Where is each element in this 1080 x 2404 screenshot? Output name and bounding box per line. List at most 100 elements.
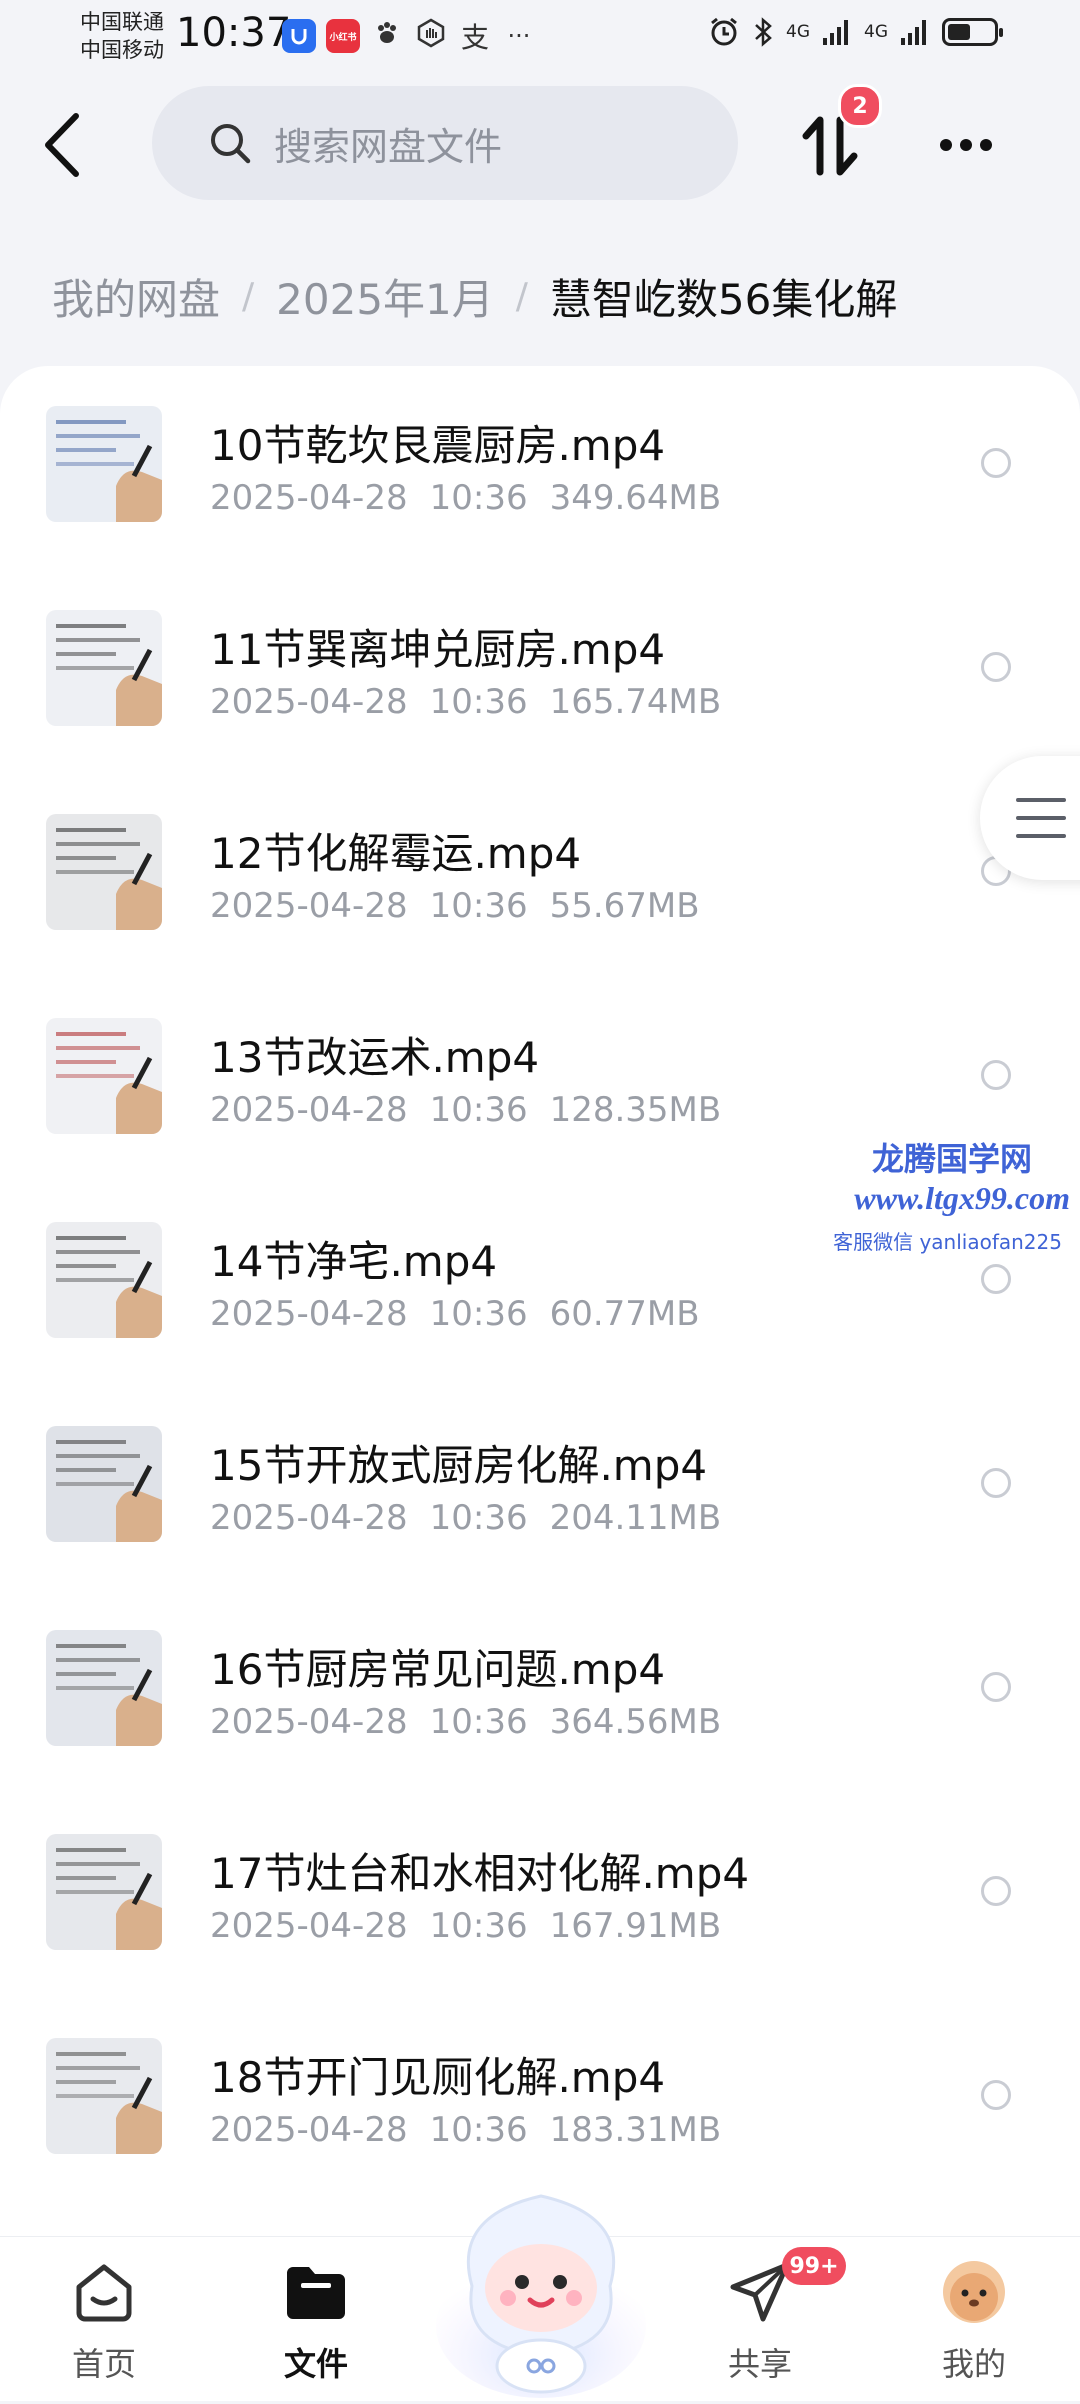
watermark-title: 龙腾国学网 <box>871 1141 1032 1177</box>
menu-line-icon <box>1016 834 1066 838</box>
select-radio[interactable] <box>981 1468 1011 1498</box>
nav-files[interactable]: 文件 <box>256 2259 376 2385</box>
nav-share-label: 共享 <box>727 2345 792 2383</box>
more-icon: ··· <box>507 22 531 50</box>
video-thumbnail[interactable] <box>46 1834 162 1950</box>
file-date: 2025-04-28 <box>210 1906 408 1946</box>
search-input[interactable]: 搜索网盘文件 <box>152 86 738 200</box>
more-options-button[interactable] <box>930 120 1010 170</box>
nav-profile[interactable]: 我的 <box>914 2259 1034 2385</box>
signal-label-2: 4G <box>864 22 888 42</box>
transfer-badge: 2 <box>838 84 882 128</box>
back-button[interactable] <box>40 110 88 180</box>
file-name: 15节开放式厨房化解.mp4 <box>210 1441 708 1490</box>
system-indicators: 4G 4G <box>708 16 1003 48</box>
file-row[interactable]: 11节巽离坤兑厨房.mp4 2025-04-28 10:36 165.74MB <box>0 570 1080 774</box>
breadcrumb-item-root[interactable]: 我的网盘 <box>52 266 220 327</box>
file-name: 14节净宅.mp4 <box>210 1237 498 1286</box>
select-radio[interactable] <box>981 1060 1011 1090</box>
breadcrumb: 我的网盘 / 2025年1月 / 慧智屹数56集化解 <box>52 266 897 327</box>
breadcrumb-separator: / <box>515 276 528 317</box>
file-meta: 2025-04-28 10:36 128.35MB <box>210 1090 743 1130</box>
file-time: 10:36 <box>429 1090 528 1130</box>
more-dots-icon <box>940 139 992 151</box>
select-radio[interactable] <box>981 652 1011 682</box>
nav-home[interactable]: 首页 <box>44 2259 164 2385</box>
file-list: 10节乾坎艮震厨房.mp4 2025-04-28 10:36 349.64MB 11节巽… <box>0 366 1080 2236</box>
file-time: 10:36 <box>429 886 528 926</box>
carrier-2: 中国移动 <box>80 38 164 62</box>
file-size: 167.91MB <box>549 1906 722 1946</box>
video-thumbnail[interactable] <box>46 406 162 522</box>
file-name: 10节乾坎艮震厨房.mp4 <box>210 421 666 470</box>
nav-home-label: 首页 <box>71 2345 136 2383</box>
alarm-icon <box>711 17 737 46</box>
alipay-icon: 支 <box>460 21 489 54</box>
file-row[interactable]: 18节开门见厕化解.mp4 2025-04-28 10:36 183.31MB <box>0 1998 1080 2202</box>
watermark-contact: 客服微信 yanliaofan225 <box>833 1230 1062 1254</box>
status-bar: 中国联通 中国移动 10:37 小红书 支 ··· 4G 4G <box>0 0 1080 70</box>
video-thumbnail[interactable] <box>46 1018 162 1134</box>
menu-line-icon <box>1016 798 1066 802</box>
file-size: 364.56MB <box>549 1702 722 1742</box>
select-radio[interactable] <box>981 1672 1011 1702</box>
avatar-icon <box>943 2261 1005 2323</box>
file-date: 2025-04-28 <box>210 1702 408 1742</box>
file-size: 165.74MB <box>549 682 722 722</box>
xiaohongshu-icon: 小红书 <box>326 19 360 53</box>
breadcrumb-separator: / <box>242 276 255 317</box>
video-thumbnail[interactable] <box>46 1630 162 1746</box>
select-radio[interactable] <box>981 2080 1011 2110</box>
file-meta: 2025-04-28 10:36 204.11MB <box>210 1498 743 1538</box>
file-date: 2025-04-28 <box>210 682 408 722</box>
file-name: 12节化解霉运.mp4 <box>210 829 582 878</box>
select-radio[interactable] <box>981 1264 1011 1294</box>
select-radio[interactable] <box>981 448 1011 478</box>
file-meta: 2025-04-28 10:36 364.56MB <box>210 1702 743 1742</box>
select-radio[interactable] <box>981 1876 1011 1906</box>
file-row[interactable]: 10节乾坎艮震厨房.mp4 2025-04-28 10:36 349.64MB <box>0 366 1080 570</box>
hand-icon <box>414 18 448 55</box>
file-meta: 2025-04-28 10:36 55.67MB <box>210 886 722 926</box>
ai-assistant-mascot[interactable] <box>432 2176 650 2400</box>
file-row[interactable]: 12节化解霉运.mp4 2025-04-28 10:36 55.67MB <box>0 774 1080 978</box>
file-size: 128.35MB <box>549 1090 722 1130</box>
file-date: 2025-04-28 <box>210 886 408 926</box>
search-placeholder: 搜索网盘文件 <box>274 124 503 169</box>
file-size: 349.64MB <box>549 478 722 518</box>
file-row[interactable]: 17节灶台和水相对化解.mp4 2025-04-28 10:36 167.91MB <box>0 1794 1080 1998</box>
file-row[interactable]: 15节开放式厨房化解.mp4 2025-04-28 10:36 204.11MB <box>0 1386 1080 1590</box>
file-name: 16节厨房常见问题.mp4 <box>210 1645 666 1694</box>
battery-icon <box>942 18 1003 46</box>
file-date: 2025-04-28 <box>210 2110 408 2150</box>
bluetooth-icon <box>755 17 772 47</box>
video-thumbnail[interactable] <box>46 2038 162 2154</box>
file-time: 10:36 <box>429 682 528 722</box>
notification-icons: 小红书 支 ··· <box>282 16 536 56</box>
file-size: 204.11MB <box>549 1498 722 1538</box>
baidu-paw-icon <box>370 19 404 54</box>
chevron-left-icon <box>45 113 79 177</box>
carrier-labels: 中国联通 中国移动 <box>80 8 164 64</box>
file-name: 11节巽离坤兑厨房.mp4 <box>210 625 666 674</box>
home-icon <box>76 2264 132 2322</box>
video-thumbnail[interactable] <box>46 1222 162 1338</box>
video-thumbnail[interactable] <box>46 814 162 930</box>
folder-icon <box>287 2267 345 2319</box>
file-name: 18节开门见厕化解.mp4 <box>210 2053 666 2102</box>
video-thumbnail[interactable] <box>46 1426 162 1542</box>
file-meta: 2025-04-28 10:36 349.64MB <box>210 478 743 518</box>
file-size: 183.31MB <box>549 2110 722 2150</box>
app-badge-icon <box>282 19 316 53</box>
video-thumbnail[interactable] <box>46 610 162 726</box>
file-row[interactable]: 16节厨房常见问题.mp4 2025-04-28 10:36 364.56MB <box>0 1590 1080 1794</box>
menu-line-icon <box>1016 816 1066 820</box>
file-meta: 2025-04-28 10:36 183.31MB <box>210 2110 743 2150</box>
file-date: 2025-04-28 <box>210 1090 408 1130</box>
watermark-url: www.ltgx99.com <box>854 1180 1070 1216</box>
search-icon <box>211 124 251 164</box>
file-time: 10:36 <box>429 1498 528 1538</box>
signal-label-1: 4G <box>786 22 810 42</box>
breadcrumb-item-month[interactable]: 2025年1月 <box>276 266 494 327</box>
file-time: 10:36 <box>429 2110 528 2150</box>
